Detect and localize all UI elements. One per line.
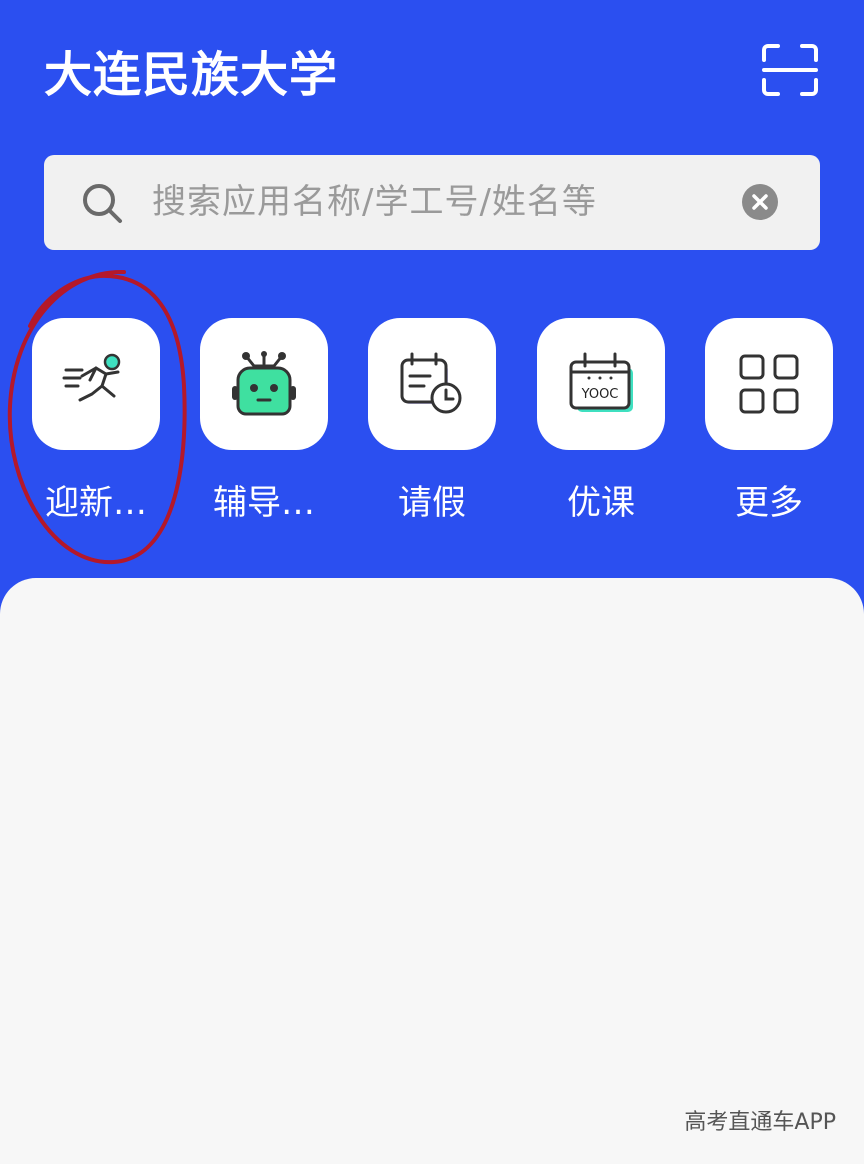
robot-icon — [232, 351, 296, 416]
app-item-welcome[interactable]: 迎新… — [32, 318, 200, 538]
app-tile[interactable] — [32, 318, 160, 450]
app-label: 优课 — [567, 483, 635, 523]
calendar-clock-icon — [400, 352, 462, 414]
search-input[interactable]: 搜索应用名称/学工号/姓名等 — [152, 155, 597, 250]
grid-icon — [739, 354, 799, 414]
running-person-icon — [62, 353, 121, 402]
scan-button[interactable] — [760, 42, 820, 98]
app-title: 大连民族大学 — [44, 47, 339, 103]
clear-button[interactable] — [742, 184, 778, 220]
app-tile[interactable] — [705, 318, 833, 450]
app-item-more[interactable]: 更多 — [705, 318, 864, 538]
app-item-counselor[interactable]: 辅导… — [200, 318, 368, 538]
app-label: 迎新… — [45, 483, 147, 523]
app-item-leave[interactable]: 请假 — [368, 318, 536, 538]
yooc-calendar-icon: YOOC — [569, 352, 633, 412]
search-bar[interactable]: 搜索应用名称/学工号/姓名等 — [44, 155, 820, 250]
search-icon — [83, 184, 122, 223]
app-tile[interactable] — [368, 318, 496, 450]
app-tile[interactable]: YOOC — [537, 318, 665, 450]
app-label: 辅导… — [213, 483, 315, 523]
app-shortcut-row: 迎新… 辅导… 请假 YOOC 优课 更多 — [0, 318, 864, 538]
yooc-text: YOOC — [581, 387, 619, 402]
content-panel — [0, 578, 864, 1164]
app-label: 请假 — [398, 483, 466, 523]
app-item-yooc[interactable]: YOOC 优课 — [537, 318, 705, 538]
app-tile[interactable] — [200, 318, 328, 450]
scan-frame-icon — [762, 44, 818, 96]
app-label: 更多 — [735, 483, 803, 523]
watermark: 高考直通车APP — [684, 1110, 836, 1135]
clear-icon — [752, 194, 768, 210]
